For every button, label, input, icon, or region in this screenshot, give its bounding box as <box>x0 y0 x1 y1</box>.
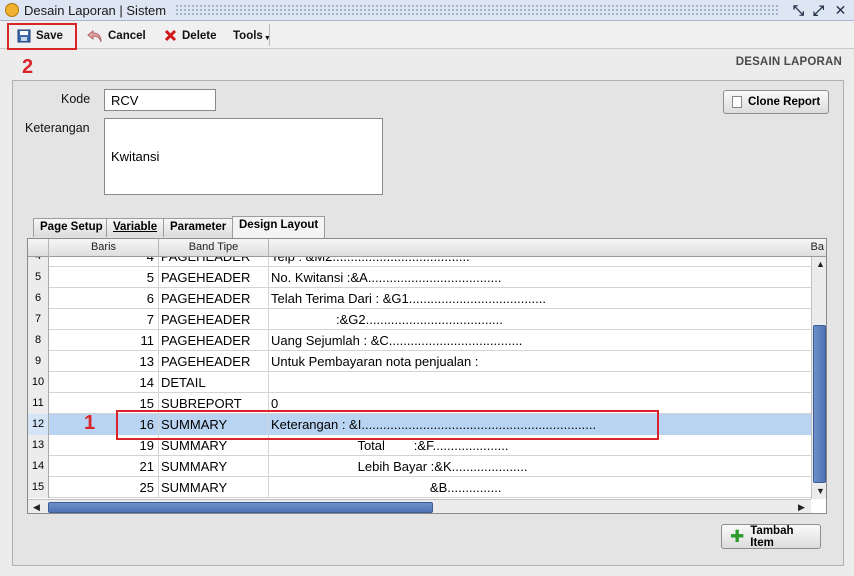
cell-band-tipe[interactable]: SUMMARY <box>159 456 269 477</box>
scroll-up-icon[interactable]: ▲ <box>816 259 825 269</box>
cell-band-tipe[interactable]: DETAIL <box>159 372 269 393</box>
restore-icon[interactable]: ⤡ <box>790 2 807 18</box>
cancel-button[interactable]: Cancel <box>87 25 146 46</box>
tab-design-layout[interactable]: Design Layout <box>232 216 326 238</box>
cell-baris[interactable]: 11 <box>49 330 159 351</box>
maximize-icon[interactable]: ⤢ <box>810 2 827 18</box>
tab-variable[interactable]: Variable <box>106 218 165 237</box>
cell-baris-text[interactable] <box>269 372 811 393</box>
app-icon <box>5 3 19 17</box>
table-body: 4 4 PAGEHEADER Telp : &M2...............… <box>28 257 811 499</box>
table-row[interactable]: 4 4 PAGEHEADER Telp : &M2...............… <box>28 257 811 267</box>
selected-row-highlight-box <box>116 410 659 440</box>
delete-icon <box>164 29 177 42</box>
cell-band-tipe[interactable]: SUMMARY <box>159 477 269 498</box>
row-number: 6 <box>28 288 49 309</box>
scroll-left-icon[interactable]: ◀ <box>33 502 40 513</box>
plus-icon: ✚ <box>730 526 745 546</box>
annotation-marker-1: 1 <box>84 412 96 434</box>
annotation-marker-2: 2 <box>22 56 34 78</box>
keterangan-field[interactable]: Kwitansi <box>104 118 383 195</box>
cell-baris-text[interactable]: Telp : &M2..............................… <box>269 257 811 267</box>
delete-label: Delete <box>182 29 217 42</box>
table-header: Baris Band Tipe Ba <box>28 239 826 257</box>
column-header-band-tipe[interactable]: Band Tipe <box>159 239 269 257</box>
row-number: 12 <box>28 414 49 435</box>
section-title: DESAIN LAPORAN <box>735 56 842 68</box>
vertical-scroll-thumb[interactable] <box>813 325 826 483</box>
scroll-down-icon[interactable]: ▼ <box>816 486 825 496</box>
scroll-right-icon[interactable]: ▶ <box>798 502 805 513</box>
clone-report-label: Clone Report <box>748 96 821 108</box>
table-row[interactable]: 9 13 PAGEHEADER Untuk Pembayaran nota pe… <box>28 351 811 372</box>
title-bar-pattern <box>175 4 780 17</box>
cell-baris[interactable]: 13 <box>49 351 159 372</box>
window-title: Desain Laporan | Sistem <box>24 3 167 18</box>
table-row[interactable]: 10 14 DETAIL <box>28 372 811 393</box>
row-number: 13 <box>28 435 49 456</box>
row-number: 9 <box>28 351 49 372</box>
row-number: 14 <box>28 456 49 477</box>
cell-band-tipe[interactable]: PAGEHEADER <box>159 288 269 309</box>
kode-field[interactable]: RCV <box>104 89 216 111</box>
cell-band-tipe[interactable]: PAGEHEADER <box>159 267 269 288</box>
row-number: 11 <box>28 393 49 414</box>
cell-baris[interactable]: 6 <box>49 288 159 309</box>
close-icon[interactable]: ✕ <box>832 2 849 18</box>
cell-band-tipe[interactable]: PAGEHEADER <box>159 330 269 351</box>
table-row[interactable]: 7 7 PAGEHEADER :&G2.....................… <box>28 309 811 330</box>
cell-band-tipe[interactable]: PAGEHEADER <box>159 309 269 330</box>
cell-baris[interactable]: 14 <box>49 372 159 393</box>
design-layout-table: Baris Band Tipe Ba 4 4 PAGEHEADER Telp :… <box>27 238 827 514</box>
save-highlight-box <box>7 23 77 50</box>
cell-baris[interactable]: 7 <box>49 309 159 330</box>
toolbar: Save Cancel Delete Tools ▼ <box>0 21 854 49</box>
delete-button[interactable]: Delete <box>164 25 217 46</box>
column-header-baris[interactable]: Baris <box>49 239 159 257</box>
row-number: 4 <box>28 257 49 267</box>
row-number: 10 <box>28 372 49 393</box>
keterangan-label: Keterangan <box>25 121 90 135</box>
column-header-row-number <box>28 239 49 257</box>
kode-label: Kode <box>61 92 91 106</box>
undo-icon <box>87 29 102 42</box>
tab-parameter[interactable]: Parameter <box>163 218 234 237</box>
cell-baris-text[interactable]: Uang Sejumlah : &C......................… <box>269 330 811 351</box>
table-row[interactable]: 15 25 SUMMARY &B............... <box>28 477 811 498</box>
cell-baris[interactable]: 21 <box>49 456 159 477</box>
title-bar: Desain Laporan | Sistem ⤡ ⤢ ✕ <box>0 0 854 21</box>
table-row[interactable]: 5 5 PAGEHEADER No. Kwitansi :&A.........… <box>28 267 811 288</box>
horizontal-scrollbar[interactable]: ◀ ▶ <box>28 499 811 513</box>
document-icon <box>732 96 742 108</box>
vertical-scrollbar[interactable]: ▲ ▼ <box>811 257 826 499</box>
cell-baris[interactable]: 5 <box>49 267 159 288</box>
cell-baris[interactable]: 25 <box>49 477 159 498</box>
tab-page-setup[interactable]: Page Setup <box>33 218 110 237</box>
cell-baris-text[interactable]: Telah Terima Dari : &G1.................… <box>269 288 811 309</box>
table-row[interactable]: 8 11 PAGEHEADER Uang Sejumlah : &C......… <box>28 330 811 351</box>
cell-band-tipe[interactable]: PAGEHEADER <box>159 351 269 372</box>
toolbar-separator <box>269 24 270 46</box>
tambah-item-label: Tambah Item <box>750 524 794 549</box>
cancel-label: Cancel <box>108 29 146 42</box>
cell-baris-text[interactable]: Untuk Pembayaran nota penjualan : <box>269 351 811 372</box>
row-number: 15 <box>28 477 49 498</box>
tools-label: Tools <box>233 29 263 42</box>
cell-baris-text[interactable]: &B............... <box>269 477 811 498</box>
row-number: 7 <box>28 309 49 330</box>
cell-baris-text[interactable]: No. Kwitansi :&A........................… <box>269 267 811 288</box>
table-row[interactable]: 6 6 PAGEHEADER Telah Terima Dari : &G1..… <box>28 288 811 309</box>
cell-baris-text[interactable]: :&G2....................................… <box>269 309 811 330</box>
cell-baris[interactable]: 4 <box>49 257 159 267</box>
cell-baris-text[interactable]: Lebih Bayar :&K..................... <box>269 456 811 477</box>
tambah-item-button[interactable]: ✚ Tambah Item <box>721 524 821 549</box>
row-number: 5 <box>28 267 49 288</box>
column-header-baris-text[interactable]: Ba <box>269 239 826 257</box>
cell-band-tipe[interactable]: PAGEHEADER <box>159 257 269 267</box>
table-row[interactable]: 14 21 SUMMARY Lebih Bayar :&K...........… <box>28 456 811 477</box>
clone-report-button[interactable]: Clone Report <box>723 90 829 114</box>
tools-menu-button[interactable]: Tools ▼ <box>233 25 271 46</box>
row-number: 8 <box>28 330 49 351</box>
horizontal-scroll-thumb[interactable] <box>48 502 433 513</box>
